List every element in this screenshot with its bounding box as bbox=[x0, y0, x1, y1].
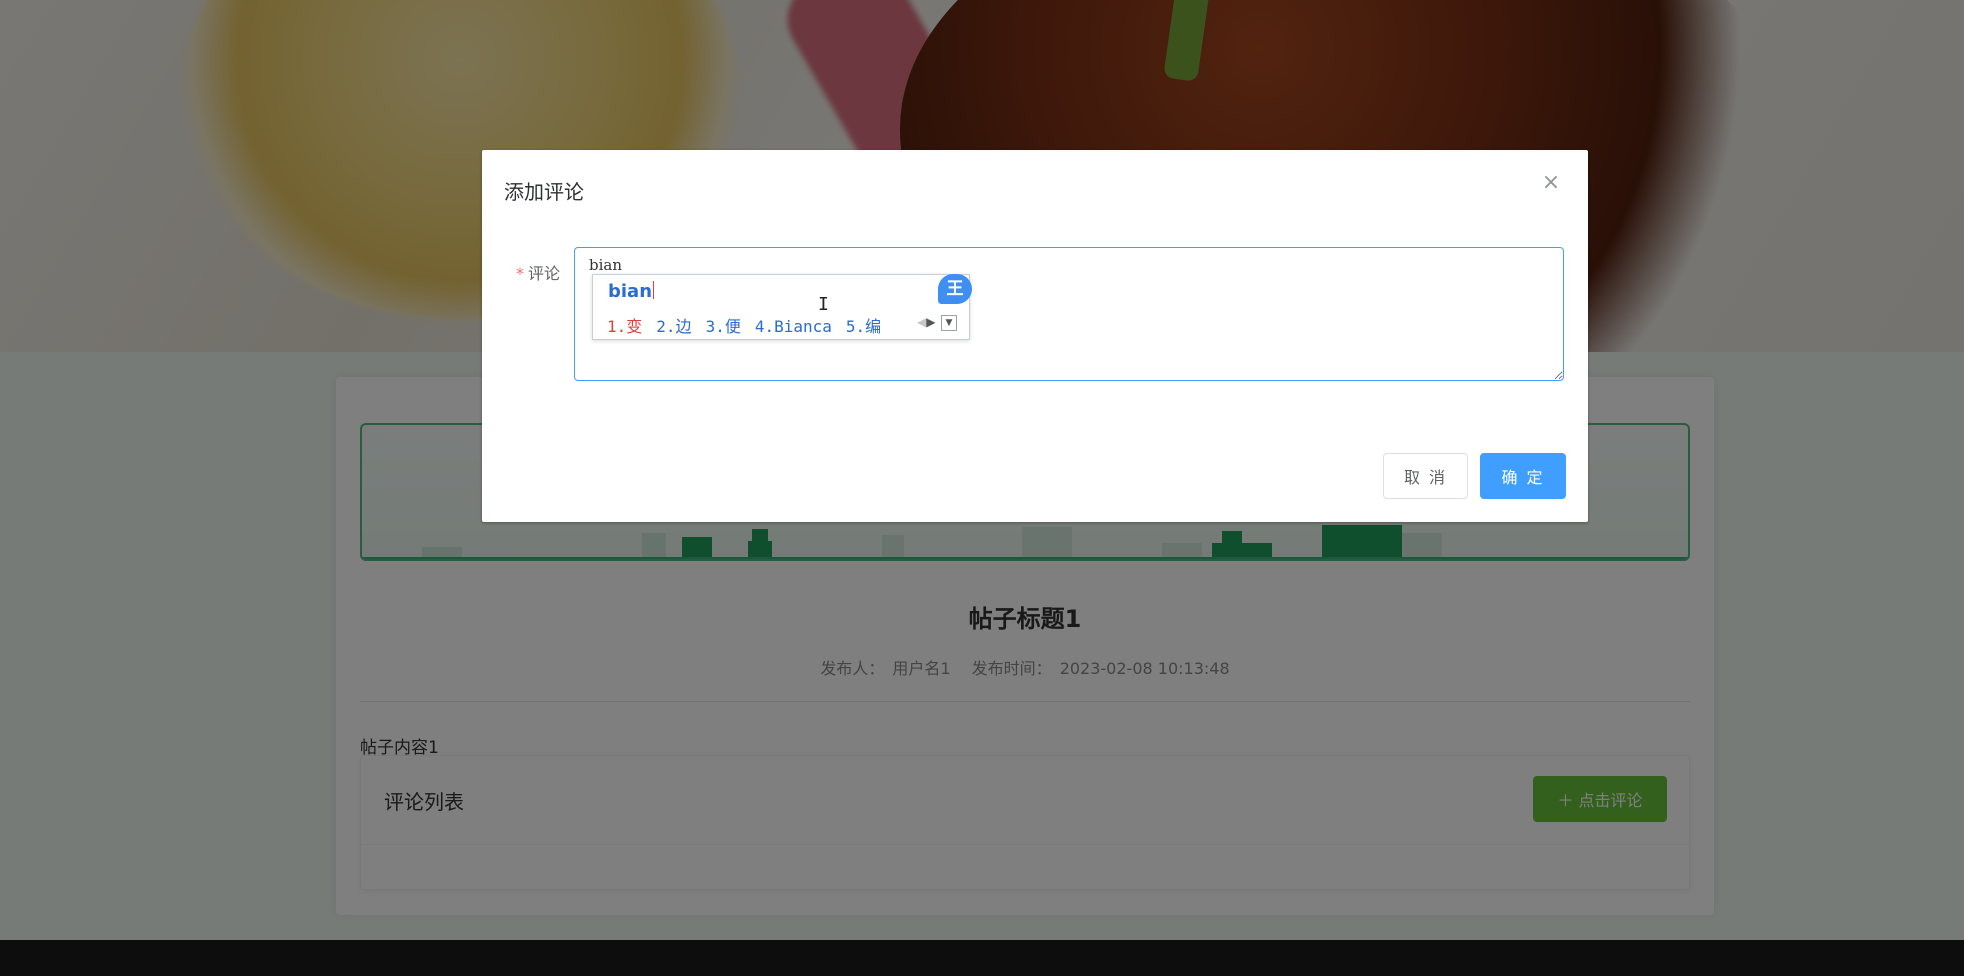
i-beam-cursor-icon: I bbox=[818, 294, 829, 315]
ime-candidate-window: bian 1.变 2.边 3.便 4.Bianca 5.编 ◀▶ ▼ bbox=[592, 274, 970, 340]
confirm-button[interactable]: 确 定 bbox=[1480, 453, 1566, 499]
ime-composition: bian bbox=[608, 281, 655, 302]
ime-candidate[interactable]: 2.边 bbox=[656, 317, 691, 336]
ime-candidate[interactable]: 3.便 bbox=[706, 317, 741, 336]
dialog-title: 添加评论 bbox=[504, 180, 584, 204]
comment-field-label: * 评论 bbox=[516, 260, 560, 284]
ime-expand-icon[interactable]: ▼ bbox=[941, 315, 957, 331]
ime-next-page-icon[interactable]: ▶ bbox=[926, 315, 935, 329]
required-mark: * bbox=[516, 264, 524, 283]
ime-page-arrows: ◀▶ bbox=[917, 315, 935, 329]
ime-prev-page-icon[interactable]: ◀ bbox=[917, 315, 926, 329]
ime-composition-text: bian bbox=[608, 281, 653, 302]
cancel-button[interactable]: 取 消 bbox=[1383, 453, 1468, 499]
ime-logo-icon: 王 bbox=[938, 274, 972, 304]
ime-caret bbox=[653, 281, 655, 299]
close-icon[interactable]: × bbox=[1536, 168, 1566, 198]
comment-label-text: 评论 bbox=[528, 264, 561, 283]
ime-candidate[interactable]: 5.编 bbox=[846, 317, 881, 336]
ime-candidate[interactable]: 1.变 bbox=[607, 317, 642, 336]
ime-candidate-list: 1.变 2.边 3.便 4.Bianca 5.编 bbox=[607, 313, 895, 337]
ime-candidate[interactable]: 4.Bianca bbox=[755, 317, 832, 336]
